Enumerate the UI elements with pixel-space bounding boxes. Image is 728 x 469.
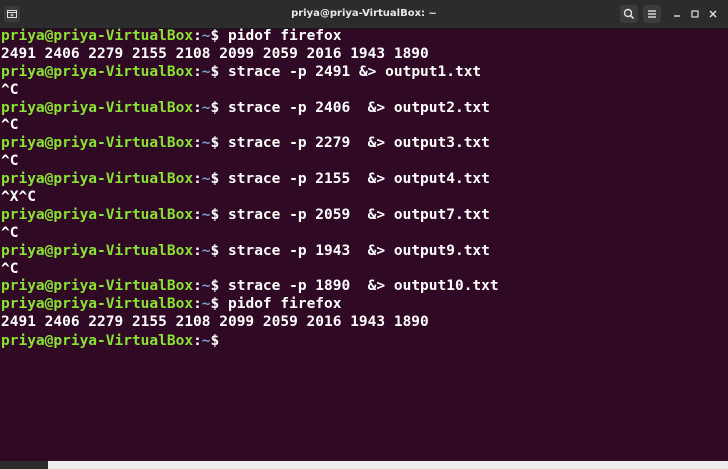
prompt-separator: : [193,206,202,223]
prompt-path: ~ [201,99,211,116]
search-icon [623,8,635,20]
prompt-symbol: $ [210,296,228,313]
close-icon [709,10,717,18]
command-text: strace -p 1890 &> output10.txt [228,278,499,295]
prompt-path: ~ [201,28,211,44]
prompt-path: ~ [201,296,211,313]
prompt-line: priya@priya-VirtualBox:~$ strace -p 2406… [0,100,728,118]
maximize-button[interactable] [686,5,704,23]
prompt-line: priya@priya-VirtualBox:~$ strace -p 2155… [0,171,728,189]
command-text: pidof firefox [228,28,342,44]
desktop-strip [0,461,728,469]
terminal-output[interactable]: priya@priya-VirtualBox:~$ pidof firefox 2… [0,28,728,462]
prompt-symbol: $ [210,206,228,223]
terminal-window: priya@priya-VirtualBox: ~ priya@priya-Vi… [0,0,728,469]
command-text: strace -p 1943 &> output9.txt [228,242,490,259]
output-line: 2491 2406 2279 2155 2108 2099 2059 2016 … [0,46,728,64]
prompt-path: ~ [201,242,211,259]
prompt-user: priya@priya-VirtualBox [1,333,194,350]
command-text: strace -p 2491 &> output1.txt [228,63,482,80]
prompt-user: priya@priya-VirtualBox [1,171,194,188]
window-title: priya@priya-VirtualBox: ~ [291,8,437,19]
prompt-symbol: $ [210,99,228,116]
prompt-line: priya@priya-VirtualBox:~$ strace -p 1943… [0,243,728,261]
output-line: ^X^C [0,189,728,207]
output-line: ^C [0,261,728,279]
prompt-separator: : [193,63,202,80]
command-text: pidof firefox [228,296,342,313]
hamburger-menu-icon [648,10,656,18]
prompt-user: priya@priya-VirtualBox [1,99,194,116]
prompt-line: priya@priya-VirtualBox:~$ strace -p 2059… [0,207,728,225]
prompt-separator: : [193,242,202,259]
prompt-path: ~ [201,63,211,80]
output-line: ^C [0,117,728,135]
maximize-icon [691,10,699,18]
output-text: ^C [1,81,19,98]
close-button[interactable] [704,5,722,23]
terminal-cursor [228,332,237,347]
menu-button[interactable] [643,5,661,23]
output-text: ^C [1,224,19,241]
prompt-line: priya@priya-VirtualBox:~$ pidof firefox [0,28,728,46]
prompt-line: priya@priya-VirtualBox:~$ strace -p 2279… [0,135,728,153]
prompt-path: ~ [201,206,211,223]
prompt-separator: : [193,333,202,350]
prompt-line: priya@priya-VirtualBox:~$ strace -p 1890… [0,278,728,296]
title-bar[interactable]: priya@priya-VirtualBox: ~ [0,0,728,29]
prompt-user: priya@priya-VirtualBox [1,242,194,259]
prompt-symbol: $ [210,242,228,259]
minimize-icon [674,15,680,17]
output-text: ^C [1,153,19,170]
command-text: strace -p 2155 &> output4.txt [228,171,490,188]
command-text: strace -p 2406 &> output2.txt [228,99,490,116]
output-text: 2491 2406 2279 2155 2108 2099 2059 2016 … [1,314,429,331]
prompt-symbol: $ [210,135,228,152]
prompt-path: ~ [201,333,211,350]
prompt-user: priya@priya-VirtualBox [1,63,194,80]
output-text: ^C [1,117,19,134]
minimize-button[interactable] [668,5,686,23]
prompt-separator: : [193,171,202,188]
prompt-separator: : [193,278,202,295]
prompt-path: ~ [201,171,211,188]
output-text: 2491 2406 2279 2155 2108 2099 2059 2016 … [1,45,429,62]
prompt-user: priya@priya-VirtualBox [1,135,194,152]
prompt-line: priya@priya-VirtualBox:~$ pidof firefox [0,296,728,314]
prompt-symbol: $ [210,28,228,44]
output-line: ^C [0,225,728,243]
prompt-separator: : [193,135,202,152]
output-line: ^C [0,82,728,100]
output-line: 2491 2406 2279 2155 2108 2099 2059 2016 … [0,314,728,332]
prompt-user: priya@priya-VirtualBox [1,28,194,44]
prompt-path: ~ [201,135,211,152]
search-button[interactable] [620,5,638,23]
output-text: ^X^C [1,189,36,206]
prompt-line: priya@priya-VirtualBox:~$ strace -p 2491… [0,64,728,82]
prompt-user: priya@priya-VirtualBox [1,206,194,223]
prompt-path: ~ [201,278,211,295]
prompt-separator: : [193,296,202,313]
output-text: ^C [1,260,19,277]
prompt-user: priya@priya-VirtualBox [1,296,194,313]
prompt-line: priya@priya-VirtualBox:~$ [0,332,728,350]
prompt-symbol: $ [210,171,228,188]
command-text: strace -p 2279 &> output3.txt [228,135,490,152]
command-text: strace -p 2059 &> output7.txt [228,206,490,223]
output-line: ^C [0,153,728,171]
prompt-symbol: $ [210,63,228,80]
prompt-separator: : [193,28,202,44]
prompt-user: priya@priya-VirtualBox [1,278,194,295]
prompt-separator: : [193,99,202,116]
prompt-symbol: $ [210,278,228,295]
desktop-strip-left [0,461,48,469]
prompt-symbol: $ [210,333,228,350]
